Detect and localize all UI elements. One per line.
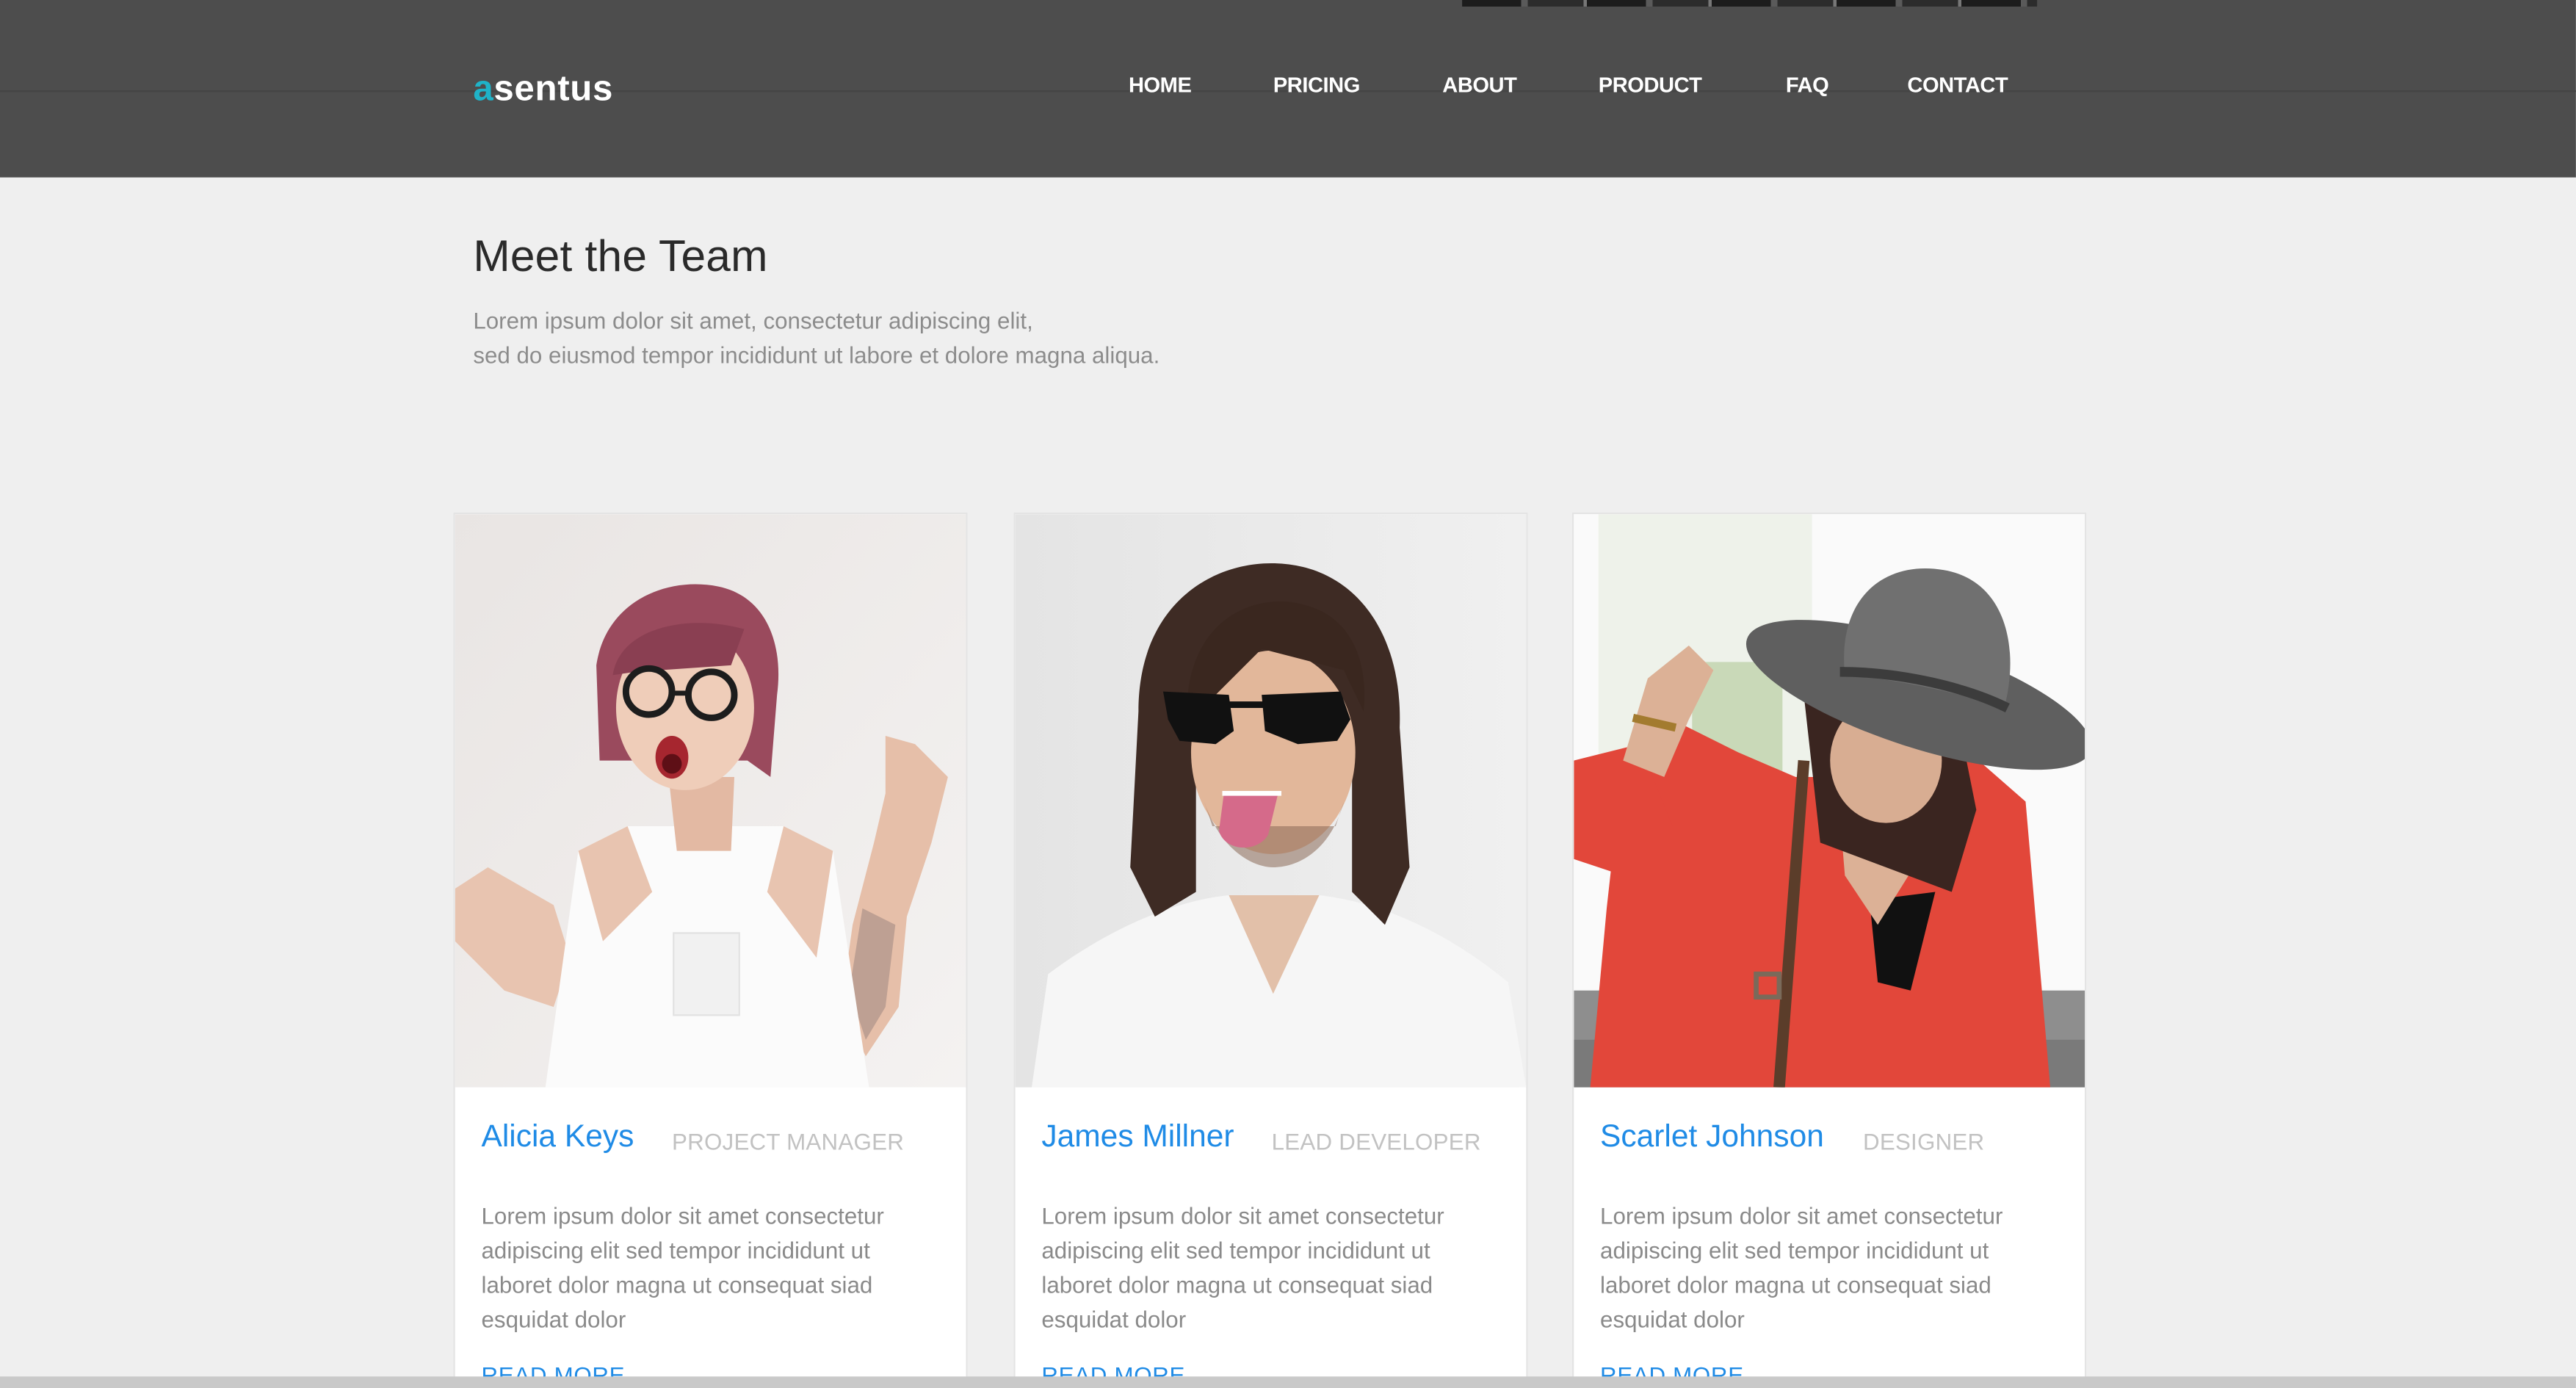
team-photo bbox=[1574, 514, 2085, 1088]
member-bio: Lorem ipsum dolor sit amet consectetur a… bbox=[1600, 1202, 2003, 1332]
subtitle-line-2: sed do eiusmod tempor incididunt ut labo… bbox=[473, 341, 1160, 369]
member-role: PROJECT MANAGER bbox=[672, 1128, 905, 1155]
team-card: Alicia Keys PROJECT MANAGER Lorem ipsum … bbox=[453, 512, 968, 1388]
nav-product[interactable]: PRODUCT bbox=[1599, 72, 1702, 97]
team-card: Scarlet Johnson DESIGNER Lorem ipsum dol… bbox=[1572, 512, 2087, 1388]
nav-about[interactable]: ABOUT bbox=[1442, 72, 1517, 97]
member-bio: Lorem ipsum dolor sit amet consectetur a… bbox=[1041, 1202, 1444, 1332]
page: asentus HOME PRICING ABOUT PRODUCT FAQ C… bbox=[0, 0, 2576, 1388]
nav-home[interactable]: HOME bbox=[1129, 72, 1192, 97]
team-photo bbox=[455, 514, 966, 1088]
member-name: James Millner bbox=[1041, 1120, 1234, 1155]
main-nav: HOME PRICING ABOUT PRODUCT FAQ CONTACT bbox=[0, 72, 2576, 105]
nav-contact[interactable]: CONTACT bbox=[1907, 72, 2008, 97]
member-name: Alicia Keys bbox=[481, 1120, 634, 1155]
section-subtitle: Lorem ipsum dolor sit amet, consectetur … bbox=[473, 304, 1159, 373]
hero-image-edge bbox=[1462, 0, 2038, 7]
nav-faq[interactable]: FAQ bbox=[1786, 72, 1829, 97]
team-photo bbox=[1015, 514, 1527, 1088]
horizontal-scrollbar[interactable] bbox=[0, 1376, 2576, 1388]
site-header: asentus HOME PRICING ABOUT PRODUCT FAQ C… bbox=[0, 0, 2576, 178]
member-role: LEAD DEVELOPER bbox=[1271, 1128, 1481, 1155]
member-bio: Lorem ipsum dolor sit amet consectetur a… bbox=[481, 1202, 884, 1332]
team-card: James Millner LEAD DEVELOPER Lorem ipsum… bbox=[1013, 512, 1528, 1388]
nav-pricing[interactable]: PRICING bbox=[1273, 72, 1361, 97]
member-name: Scarlet Johnson bbox=[1600, 1120, 1824, 1155]
member-role: DESIGNER bbox=[1862, 1128, 1985, 1155]
subtitle-line-1: Lorem ipsum dolor sit amet, consectetur … bbox=[473, 307, 1033, 334]
section-title: Meet the Team bbox=[473, 231, 768, 281]
